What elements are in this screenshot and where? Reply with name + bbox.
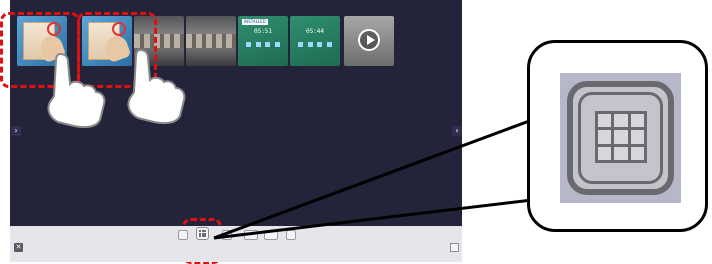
- chevron-right-icon[interactable]: ›: [11, 126, 21, 136]
- grid-icon: [199, 230, 206, 237]
- toolbar-icon[interactable]: [178, 230, 188, 240]
- thumbnail-clock-2[interactable]: 05:44: [290, 16, 340, 66]
- toolbar-icon[interactable]: [222, 230, 232, 240]
- zoom-callout: [527, 40, 708, 232]
- toolbar-icon[interactable]: [286, 230, 296, 240]
- app-tiles: [298, 42, 332, 50]
- grid-button[interactable]: [196, 227, 209, 240]
- chevron-left-icon[interactable]: ‹: [452, 126, 462, 136]
- thumbnail-video[interactable]: [344, 16, 394, 66]
- thumbnail-building-2[interactable]: [186, 16, 236, 66]
- pointing-hand-icon: [47, 52, 106, 129]
- window-icon[interactable]: [450, 243, 459, 252]
- pointing-hand-icon: [127, 48, 186, 125]
- thumbnail-clock: 05:44: [305, 28, 325, 35]
- close-icon[interactable]: ✕: [14, 243, 23, 252]
- grid-icon-enlarged: [567, 81, 674, 195]
- building-image: [186, 34, 236, 48]
- thumbnail-clock: 05:51: [253, 28, 273, 35]
- toolbar-icon[interactable]: [244, 230, 258, 240]
- bottom-toolbar: [10, 226, 462, 262]
- thumbnail-badge: INSTALLED: [242, 19, 268, 25]
- play-icon: [358, 29, 380, 51]
- toolbar-icon[interactable]: [264, 230, 278, 240]
- thumbnail-clock-1[interactable]: INSTALLED 05:51: [238, 16, 288, 66]
- zoom-preview: [560, 73, 681, 203]
- grid-icon: [595, 111, 647, 163]
- app-tiles: [246, 42, 280, 50]
